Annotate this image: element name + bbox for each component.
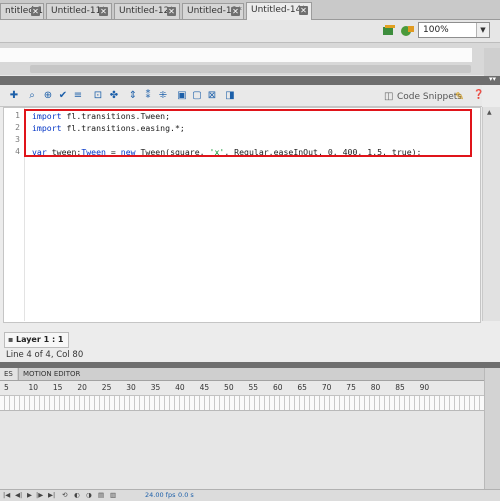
- apply-block-comment-icon[interactable]: ▣: [176, 90, 188, 102]
- ruler-tick: 30: [126, 383, 136, 392]
- line-number: 3: [15, 135, 20, 144]
- ruler-tick: 5: [4, 383, 9, 392]
- close-icon[interactable]: ✕: [167, 7, 176, 16]
- panel-divider: ▾▾: [0, 75, 500, 85]
- collapse-selection-icon[interactable]: ⁑: [142, 90, 154, 102]
- edit-symbols-icon[interactable]: [400, 24, 416, 38]
- ruler-tick: 65: [297, 383, 307, 392]
- expand-all-icon[interactable]: ⁜: [157, 90, 169, 102]
- code-snippets-button[interactable]: Code Snippets: [397, 92, 462, 102]
- close-icon[interactable]: ✕: [31, 7, 40, 16]
- zoom-value: 100%: [423, 25, 449, 35]
- document-tab-bar: ntitled-10* ✕ Untitled-11* ✕ Untitled-12…: [0, 0, 500, 20]
- tab-untitled-10[interactable]: ntitled-10* ✕: [0, 3, 44, 19]
- highlight-box: [24, 109, 472, 157]
- edit-multiple-frames-icon[interactable]: ▤: [98, 491, 104, 499]
- onion-outline-icon[interactable]: ◑: [86, 491, 92, 499]
- ruler-tick: 90: [419, 383, 430, 392]
- remove-comment-icon[interactable]: ⊠: [206, 90, 218, 102]
- last-frame-icon[interactable]: ▶|: [48, 491, 55, 499]
- code-snippets-icon: ◫: [384, 91, 394, 102]
- onion-markers-icon[interactable]: ▥: [110, 491, 116, 499]
- tab-label: Untitled-14*: [251, 5, 306, 15]
- timeline-vertical-scrollbar[interactable]: [484, 368, 500, 489]
- tab-untitled-11[interactable]: Untitled-11* ✕: [46, 3, 112, 19]
- ruler-tick: 45: [199, 383, 210, 392]
- loop-icon[interactable]: ⟲: [62, 491, 67, 499]
- panel-menu-icon[interactable]: ▾▾: [489, 75, 496, 83]
- close-icon[interactable]: ✕: [299, 6, 308, 15]
- tab-label: Untitled-11*: [51, 6, 106, 16]
- help-icon[interactable]: ❓: [473, 90, 484, 100]
- add-script-icon[interactable]: ✚: [8, 90, 20, 102]
- first-frame-icon[interactable]: |◀: [3, 491, 10, 499]
- next-frame-icon[interactable]: |▶: [36, 491, 43, 499]
- show-hide-toolbox-icon[interactable]: ◨: [224, 90, 236, 102]
- timeline-body: [0, 411, 500, 489]
- tab-label: Untitled-12*: [119, 6, 174, 16]
- line-number: 1: [15, 111, 20, 120]
- edit-scene-icon[interactable]: [382, 24, 396, 38]
- line-number: 2: [15, 123, 20, 132]
- stage-horizontal-scrollbar[interactable]: [30, 65, 471, 73]
- tab-motion-editor[interactable]: MOTION EDITOR: [18, 368, 84, 380]
- ruler-tick: 15: [52, 383, 63, 392]
- layer-tab[interactable]: ▪ Layer 1 : 1: [4, 332, 69, 348]
- frame-row[interactable]: [0, 396, 484, 411]
- ruler-tick: 25: [101, 383, 112, 392]
- ruler-tick: 80: [370, 383, 381, 392]
- frame-rate[interactable]: 24.00 fps: [145, 491, 175, 499]
- ruler-tick: 20: [77, 383, 87, 392]
- edit-bar: 100% ▼: [0, 20, 500, 43]
- close-icon[interactable]: ✕: [99, 7, 108, 16]
- check-syntax-icon[interactable]: ✔: [57, 90, 69, 102]
- insert-target-icon[interactable]: ⊕: [42, 90, 54, 102]
- scroll-up-icon[interactable]: ▲: [487, 109, 492, 116]
- ruler-tick: 55: [248, 383, 259, 392]
- chevron-down-icon: ▼: [476, 23, 489, 37]
- close-icon[interactable]: ✕: [231, 7, 240, 16]
- wand-icon[interactable]: ✎: [455, 90, 464, 103]
- apply-line-comment-icon[interactable]: ▢: [191, 90, 203, 102]
- tab-untitled-14[interactable]: Untitled-14* ✕: [246, 2, 312, 20]
- collapse-braces-icon[interactable]: ⇕: [127, 90, 139, 102]
- play-icon[interactable]: ▶: [27, 491, 32, 499]
- stage-canvas[interactable]: [0, 48, 472, 62]
- ruler-tick: 35: [150, 383, 161, 392]
- elapsed-time: 0.0 s: [178, 491, 194, 499]
- stage-vertical-scrollbar[interactable]: [484, 48, 500, 76]
- code-hint-icon[interactable]: ⊡: [92, 90, 104, 102]
- debug-icon[interactable]: ✤: [108, 90, 120, 102]
- status-line: Line 4 of 4, Col 80: [6, 350, 84, 360]
- ruler-tick: 75: [346, 383, 356, 392]
- ruler-tick: 60: [272, 383, 283, 392]
- auto-format-icon[interactable]: ≡: [72, 90, 84, 102]
- tab-timeline[interactable]: ES: [0, 368, 17, 380]
- layer-icon: ▪: [8, 335, 16, 344]
- tab-untitled-13[interactable]: Untitled-13* ✕: [182, 3, 244, 19]
- line-number: 4: [15, 147, 20, 156]
- layer-tab-label: Layer 1 : 1: [15, 335, 64, 344]
- tab-untitled-12[interactable]: Untitled-12* ✕: [114, 3, 180, 19]
- prev-frame-icon[interactable]: ◀|: [15, 491, 22, 499]
- ruler-tick: 50: [224, 383, 234, 392]
- ruler-tick: 85: [395, 383, 405, 392]
- zoom-select[interactable]: 100% ▼: [418, 22, 490, 38]
- editor-vertical-scrollbar[interactable]: ▲: [482, 107, 500, 321]
- find-icon[interactable]: ⌕: [26, 90, 38, 102]
- ruler-tick: 10: [28, 383, 38, 392]
- onion-skin-icon[interactable]: ◐: [74, 491, 80, 499]
- ruler-tick: 70: [321, 383, 332, 392]
- ruler-tick: 40: [175, 383, 185, 392]
